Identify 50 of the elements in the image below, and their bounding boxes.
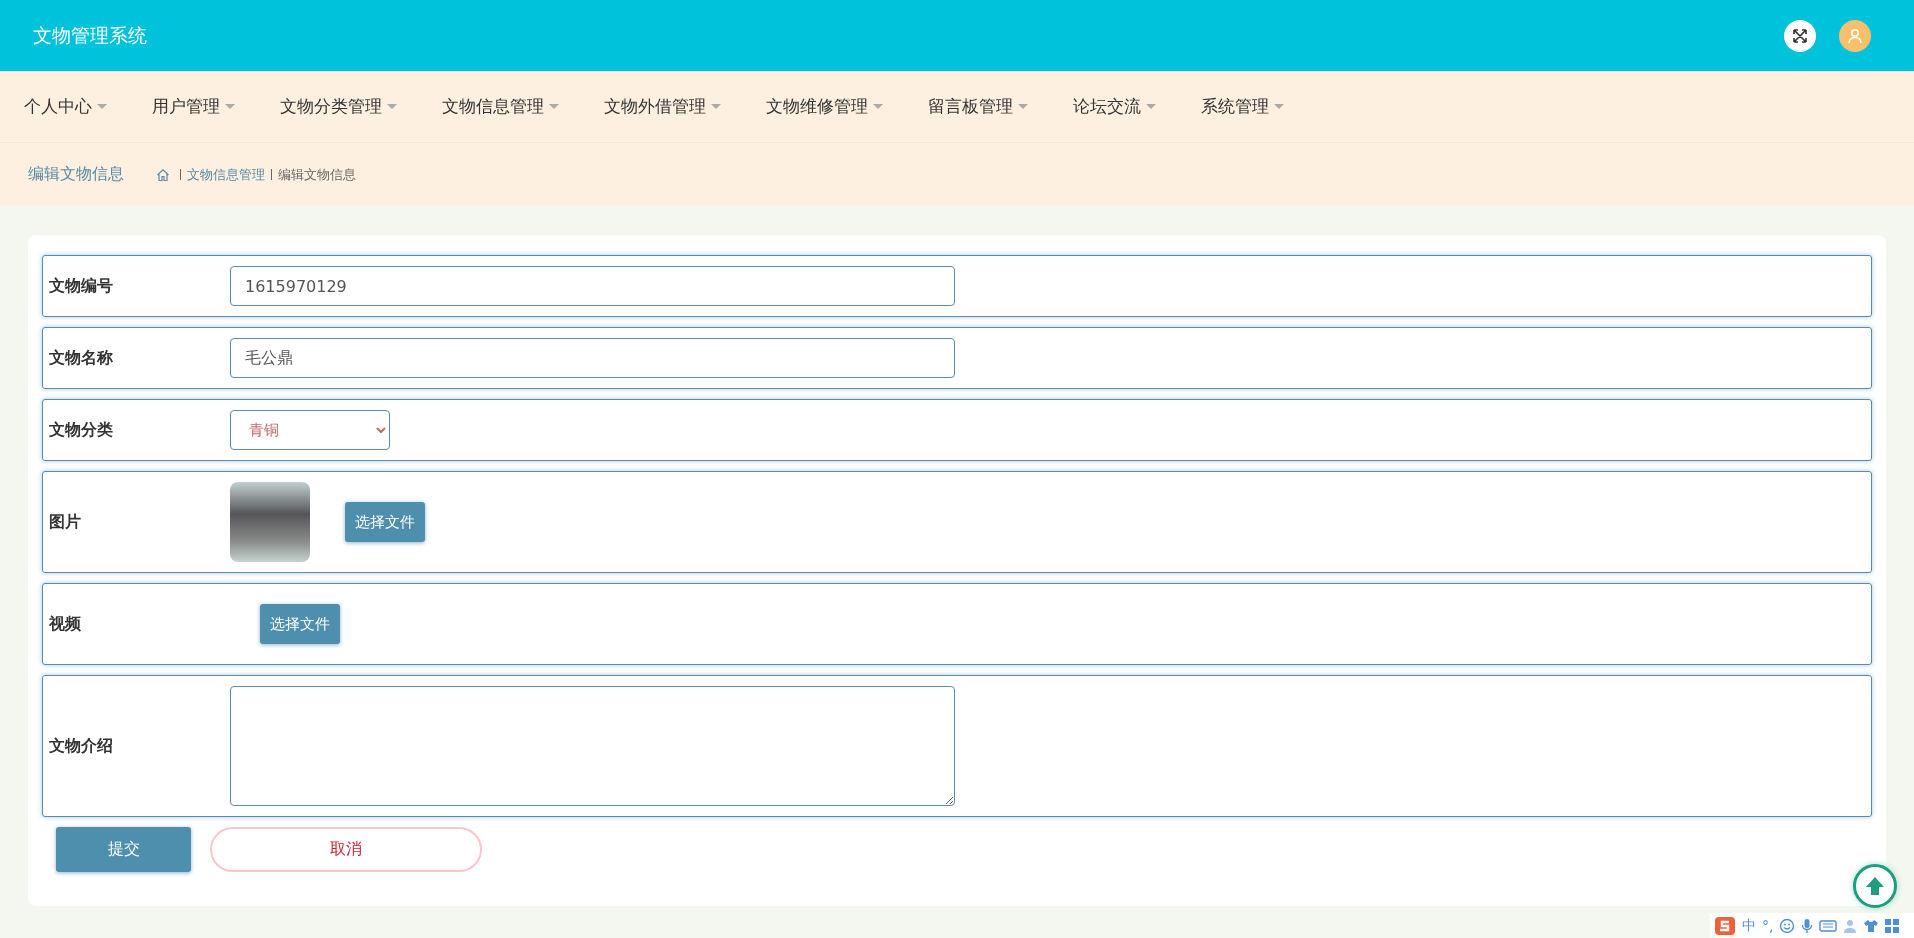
menu-item[interactable]: 文物分类管理 — [280, 95, 397, 118]
field-label: 文物分类 — [49, 419, 114, 441]
caret-icon — [387, 104, 397, 109]
microphone-icon[interactable] — [1801, 917, 1814, 934]
menu-item[interactable]: 文物维修管理 — [766, 95, 883, 118]
choose-file-button[interactable]: 选择文件 — [260, 604, 340, 644]
caret-icon — [549, 104, 559, 109]
home-icon[interactable] — [156, 167, 170, 182]
field-label: 文物名称 — [49, 347, 114, 369]
menu-item[interactable]: 留言板管理 — [928, 95, 1028, 118]
caret-icon — [873, 104, 883, 109]
menu-item[interactable]: 个人中心 — [24, 95, 107, 118]
keyboard-icon[interactable] — [1819, 918, 1838, 933]
shirt-icon[interactable] — [1863, 918, 1880, 933]
input-mode-label[interactable]: 中 — [1742, 916, 1756, 935]
field-label: 视频 — [49, 613, 82, 635]
menu-item[interactable]: 文物信息管理 — [442, 95, 559, 118]
text-field[interactable]: 1615970129 — [230, 266, 955, 306]
cancel-button[interactable]: 取消 — [210, 827, 482, 872]
caret-icon — [711, 104, 721, 109]
caret-icon — [1274, 104, 1284, 109]
caret-icon — [1018, 104, 1028, 109]
caret-icon — [225, 104, 235, 109]
breadcrumb-item: 编辑文物信息 — [278, 165, 356, 184]
back-to-top-button[interactable] — [1853, 864, 1897, 908]
choose-file-button[interactable]: 选择文件 — [345, 502, 425, 542]
menu-item[interactable]: 用户管理 — [152, 95, 235, 118]
avatar-button[interactable] — [1839, 19, 1871, 52]
user-icon — [1847, 27, 1863, 44]
caret-icon — [1146, 104, 1156, 109]
punctuation-label[interactable]: °, — [1762, 917, 1774, 934]
fullscreen-button[interactable] — [1784, 19, 1816, 52]
field-label: 文物编号 — [49, 275, 114, 297]
description-field[interactable] — [230, 686, 955, 806]
field-label: 图片 — [49, 511, 82, 533]
page-title: 编辑文物信息 — [28, 164, 124, 185]
smiley-icon[interactable] — [1779, 917, 1796, 934]
grid-icon[interactable] — [1885, 918, 1900, 933]
menu-item[interactable]: 系统管理 — [1201, 95, 1284, 118]
caret-icon — [97, 104, 107, 109]
menu-item[interactable]: 文物外借管理 — [604, 95, 721, 118]
menu-item[interactable]: 论坛交流 — [1073, 95, 1156, 118]
app-title: 文物管理系统 — [33, 22, 147, 48]
text-field[interactable]: 毛公鼎 — [230, 338, 955, 378]
breadcrumb-item[interactable]: 文物信息管理 — [187, 165, 265, 184]
field-label: 文物介绍 — [49, 735, 114, 757]
expand-icon — [1792, 27, 1808, 44]
person-icon[interactable] — [1843, 917, 1858, 934]
category-select[interactable]: 青铜 — [230, 410, 390, 450]
submit-button[interactable]: 提交 — [56, 827, 191, 872]
